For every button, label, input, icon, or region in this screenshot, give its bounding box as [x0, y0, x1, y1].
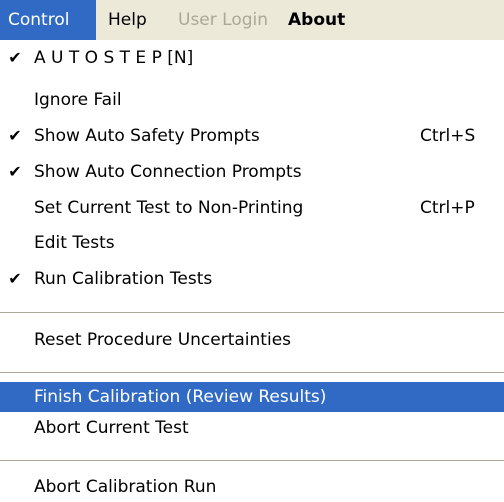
menu-separator [0, 372, 504, 373]
menu-item-set-non-printing[interactable]: Set Current Test to Non-Printing Ctrl+P [0, 193, 504, 223]
menu-separator [0, 460, 504, 461]
menu-user-login[interactable]: User Login [170, 0, 276, 40]
checkmark-icon: ✔ [8, 162, 22, 181]
menu-item-label: Finish Calibration (Review Results) [34, 387, 327, 407]
menu-item-reset-procedure-uncertainties[interactable]: Reset Procedure Uncertainties [0, 325, 504, 355]
menu-item-label: Run Calibration Tests [34, 269, 213, 289]
menu-control[interactable]: Control [0, 0, 96, 40]
checkmark-icon: ✔ [8, 48, 22, 67]
menu-item-abort-current-test[interactable]: Abort Current Test [0, 413, 504, 443]
menu-separator [0, 312, 504, 313]
menu-item-label: A U T O S T E P [N] [34, 48, 194, 68]
menu-item-label: Ignore Fail [34, 90, 122, 110]
menu-item-finish-calibration[interactable]: Finish Calibration (Review Results) [0, 382, 504, 412]
menu-help[interactable]: Help [100, 0, 155, 40]
menu-item-edit-tests[interactable]: Edit Tests [0, 228, 504, 258]
checkmark-icon: ✔ [8, 269, 22, 288]
menu-item-run-calibration-tests[interactable]: ✔ Run Calibration Tests [0, 264, 504, 294]
menu-bar: Control Help User Login About [0, 0, 504, 40]
menu-item-label: Abort Current Test [34, 418, 189, 438]
menu-item-label: Reset Procedure Uncertainties [34, 330, 292, 350]
menu-item-label: Show Auto Safety Prompts [34, 126, 260, 146]
checkmark-icon: ✔ [8, 126, 22, 145]
menu-item-ignore-fail[interactable]: Ignore Fail [0, 85, 504, 115]
menu-item-label: Abort Calibration Run [34, 477, 217, 497]
shortcut-label: Ctrl+P [420, 198, 475, 218]
menu-item-abort-calibration-run[interactable]: Abort Calibration Run [0, 472, 504, 502]
menu-item-label: Set Current Test to Non-Printing [34, 198, 304, 218]
menu-item-label: Edit Tests [34, 233, 115, 253]
shortcut-label: Ctrl+S [420, 126, 476, 146]
menu-item-autostep[interactable]: ✔ A U T O S T E P [N] [0, 43, 504, 73]
control-dropdown-menu: ✔ A U T O S T E P [N] Ignore Fail ✔ Show… [0, 40, 504, 497]
menu-item-show-auto-connection-prompts[interactable]: ✔ Show Auto Connection Prompts [0, 157, 504, 187]
menu-item-label: Show Auto Connection Prompts [34, 162, 302, 182]
menu-item-show-auto-safety-prompts[interactable]: ✔ Show Auto Safety Prompts Ctrl+S [0, 121, 504, 151]
menu-about[interactable]: About [280, 0, 353, 40]
